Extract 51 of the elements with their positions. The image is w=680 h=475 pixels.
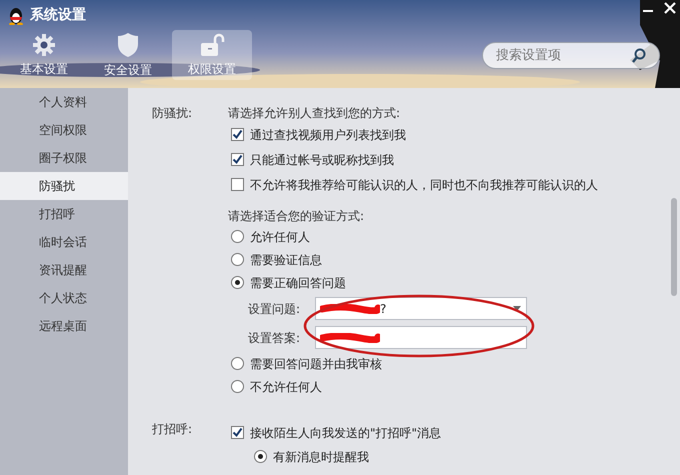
radio-button[interactable] (231, 276, 244, 289)
close-icon[interactable] (664, 2, 676, 14)
option-label: 不允许任何人 (250, 378, 322, 396)
search-icon[interactable] (631, 48, 647, 64)
sidebar-item[interactable]: 资讯提醒 (0, 256, 128, 284)
checkbox[interactable] (231, 178, 244, 191)
section-label: 防骚扰: (152, 105, 194, 122)
radio-button[interactable] (231, 253, 244, 266)
window-title: 系统设置 (30, 6, 86, 25)
scrollbar[interactable] (671, 198, 677, 296)
dropdown-arrow-icon[interactable] (513, 306, 521, 311)
checkbox[interactable] (231, 153, 244, 166)
sidebar-item[interactable]: 打招呼 (0, 200, 128, 228)
radio-button[interactable] (231, 230, 244, 243)
scribble-mark (320, 332, 380, 342)
sidebar-item[interactable]: 个人状态 (0, 284, 128, 312)
radio-button[interactable] (254, 450, 267, 463)
toolbar-tab[interactable]: 基本设置 (4, 30, 84, 80)
gear-icon (32, 32, 56, 56)
option-label: 只能通过帐号或昵称找到我 (250, 152, 394, 168)
field-label: 设置问题: (248, 300, 302, 318)
dropdown-field[interactable]: ? (315, 297, 527, 320)
shield-icon (117, 32, 139, 58)
scribble-mark (320, 304, 380, 314)
search-field[interactable]: 搜索设置项 (482, 42, 660, 69)
prompt-text: 请选择允许别人查找到您的方式: (228, 105, 402, 122)
option-label: 需要正确回答问题 (250, 274, 346, 292)
sidebar-item[interactable]: 空间权限 (0, 116, 128, 144)
sidebar-item[interactable]: 防骚扰 (0, 172, 128, 200)
option-label: 不允许将我推荐给可能认识的人，同时也不向我推荐可能认识的人 (250, 176, 598, 194)
prompt-text: 请选择适合您的验证方式: (228, 208, 366, 225)
input-field[interactable] (315, 326, 527, 349)
option-label: 接收陌生人向我发送的"打招呼"消息 (250, 424, 442, 442)
sidebar-item[interactable]: 个人资料 (0, 88, 128, 116)
unlocked-padlock-icon (199, 32, 225, 56)
toolbar-tab[interactable]: 安全设置 (88, 30, 168, 80)
option-label: 需要验证信息 (250, 252, 322, 268)
option-label: 通过查找视频用户列表找到我 (250, 126, 406, 144)
section-label: 打招呼: (152, 421, 194, 438)
penguin-icon (8, 6, 24, 24)
sidebar-item[interactable]: 临时会话 (0, 228, 128, 256)
sidebar-item[interactable]: 圈子权限 (0, 144, 128, 172)
checkbox[interactable] (231, 128, 244, 141)
field-label: 设置答案: (248, 330, 302, 346)
option-label: 有新消息时提醒我 (273, 448, 369, 466)
option-label: 允许任何人 (250, 228, 310, 246)
sidebar-item[interactable]: 远程桌面 (0, 312, 128, 340)
option-label: 需要回答问题并由我审核 (250, 356, 382, 372)
radio-button[interactable] (231, 380, 244, 393)
radio-button[interactable] (231, 357, 244, 370)
checkbox[interactable] (231, 426, 244, 439)
